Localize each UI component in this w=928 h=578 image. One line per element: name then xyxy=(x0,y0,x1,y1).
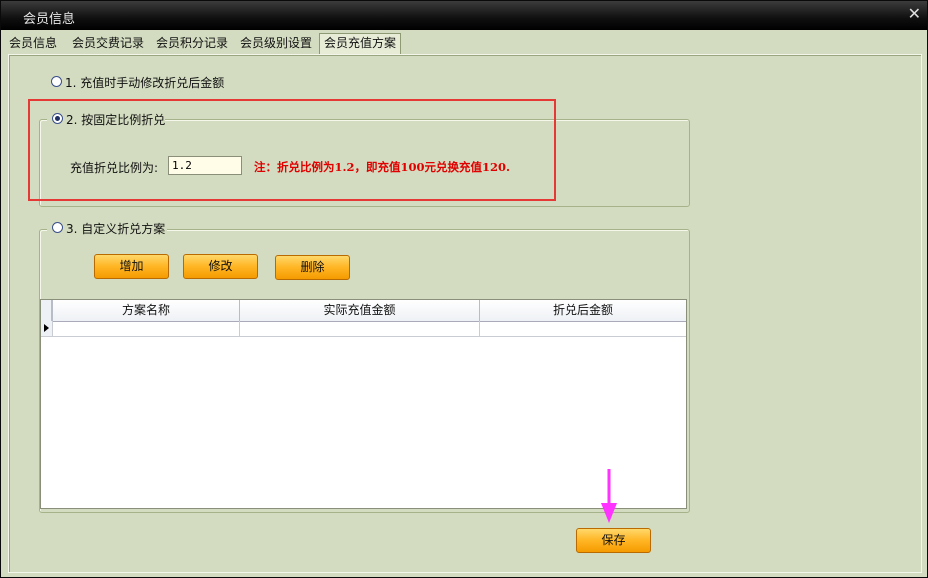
table-corner xyxy=(41,300,52,321)
title-bar[interactable]: 会员信息 ✕ xyxy=(1,1,927,30)
option-1-radio[interactable] xyxy=(51,76,62,87)
column-header-actual-amount[interactable]: 实际充值金额 xyxy=(239,300,479,321)
edit-button[interactable]: 修改 xyxy=(183,254,258,279)
close-icon[interactable]: ✕ xyxy=(908,4,921,23)
tab-member-info[interactable]: 会员信息 xyxy=(5,34,61,53)
tab-payment-records[interactable]: 会员交费记录 xyxy=(68,34,148,53)
add-button[interactable]: 增加 xyxy=(94,254,169,279)
delete-button[interactable]: 删除 xyxy=(275,255,350,280)
table-row[interactable] xyxy=(41,321,686,337)
tab-recharge-plan[interactable]: 会员充值方案 xyxy=(319,33,402,54)
table-cell[interactable] xyxy=(239,321,479,336)
option-3-label[interactable]: 3. 自定义折兑方案 xyxy=(66,220,165,237)
tab-points-records[interactable]: 会员积分记录 xyxy=(152,34,232,53)
column-header-converted-amount[interactable]: 折兑后金额 xyxy=(479,300,686,321)
table-cell[interactable] xyxy=(52,321,239,336)
column-header-plan-name[interactable]: 方案名称 xyxy=(52,300,239,321)
window-title: 会员信息 xyxy=(23,12,76,27)
arrow-down-icon xyxy=(601,469,617,523)
option-3-radio[interactable] xyxy=(52,222,63,233)
option-1-label[interactable]: 1. 充值时手动修改折兑后金额 xyxy=(65,74,224,91)
highlight-box xyxy=(28,99,556,201)
table-cell[interactable] xyxy=(479,321,686,336)
tab-level-settings[interactable]: 会员级别设置 xyxy=(236,34,316,53)
plan-table[interactable]: 方案名称 实际充值金额 折兑后金额 xyxy=(40,299,687,509)
member-info-window: 会员信息 ✕ 会员信息 会员交费记录 会员积分记录 会员级别设置 会员充值方案 … xyxy=(0,0,928,578)
save-button[interactable]: 保存 xyxy=(576,528,651,553)
table-header: 方案名称 实际充值金额 折兑后金额 xyxy=(41,300,686,322)
